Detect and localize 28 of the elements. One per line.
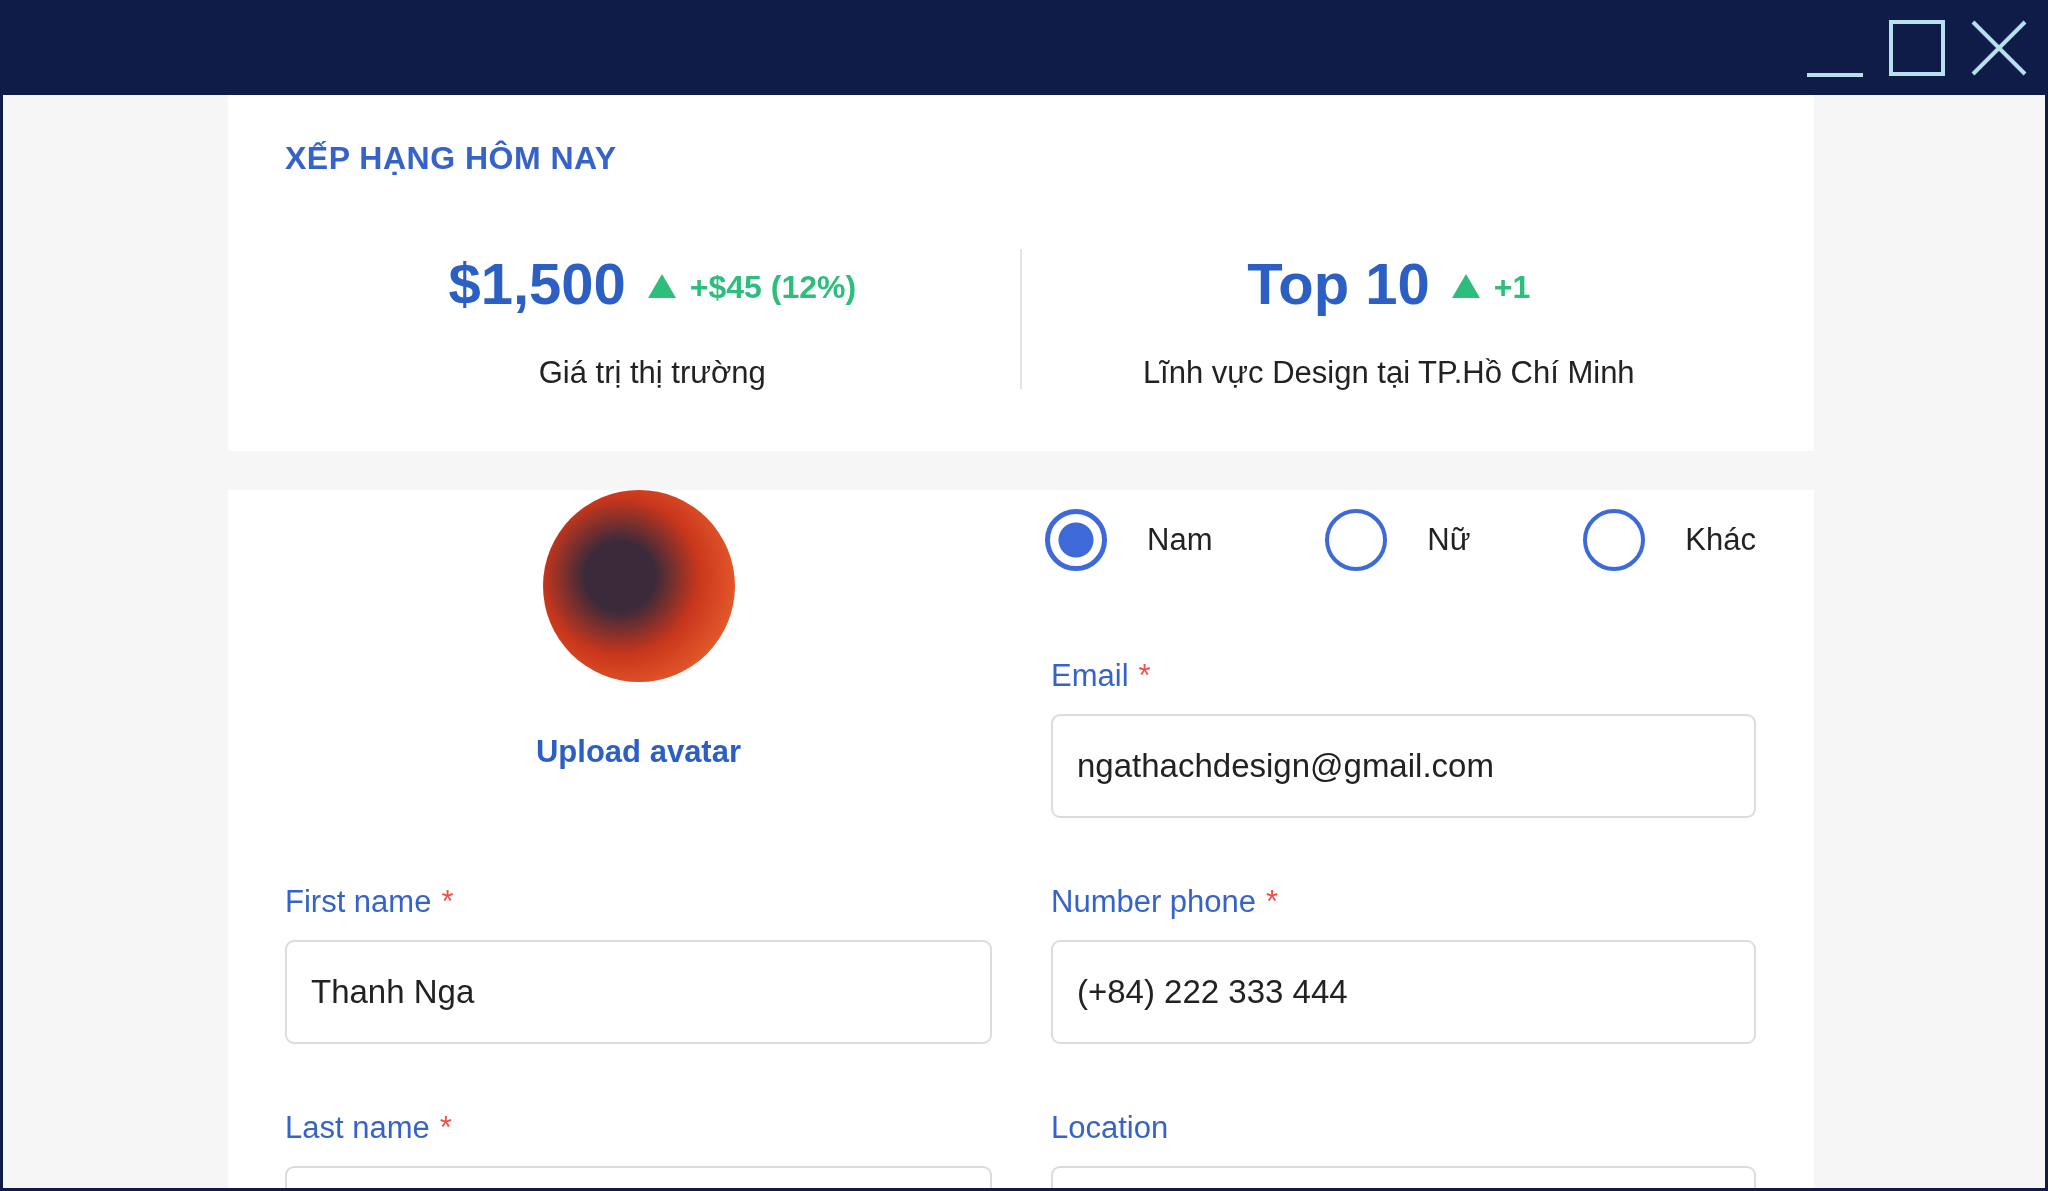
input-field[interactable]: ngathachdesign@gmail.com	[1051, 714, 1756, 818]
radio-label: Khác	[1685, 521, 1756, 559]
field-label: Number phone	[1051, 883, 1257, 921]
stat-value: Top 10	[1247, 250, 1430, 318]
field-label: First name	[285, 883, 432, 921]
stat-change: +1	[1493, 268, 1531, 307]
up-triangle-icon	[1451, 274, 1480, 298]
input-field[interactable]: Thanh Nga	[285, 940, 992, 1044]
minimize-icon[interactable]	[1807, 72, 1863, 77]
required-mark: *	[439, 1109, 452, 1147]
required-mark: *	[1266, 883, 1279, 921]
required-mark: *	[1138, 657, 1151, 695]
field-label: Location	[1051, 1109, 1169, 1147]
input-field[interactable]: (+84) 222 333 444	[1051, 940, 1756, 1044]
stat-change: +$45 (12%)	[689, 268, 857, 307]
required-mark: *	[441, 883, 454, 921]
field-label: Last name	[285, 1109, 430, 1147]
radio-label: Nam	[1147, 521, 1213, 559]
close-icon[interactable]	[1971, 19, 2027, 76]
stat-value: $1,500	[448, 250, 626, 318]
up-triangle-icon	[647, 274, 676, 298]
field-label: Email	[1051, 657, 1129, 695]
stat-caption: Giá trị thị trường	[538, 354, 766, 392]
radio-label: Nữ	[1427, 521, 1471, 559]
section-title: XẾP HẠNG HÔM NAY	[285, 139, 617, 178]
maximize-icon[interactable]	[1889, 19, 1945, 76]
upload-avatar-link[interactable]: Upload avatar	[536, 732, 741, 772]
stat-caption: Lĩnh vực Design tại TP.Hồ Chí Minh	[1142, 354, 1635, 392]
